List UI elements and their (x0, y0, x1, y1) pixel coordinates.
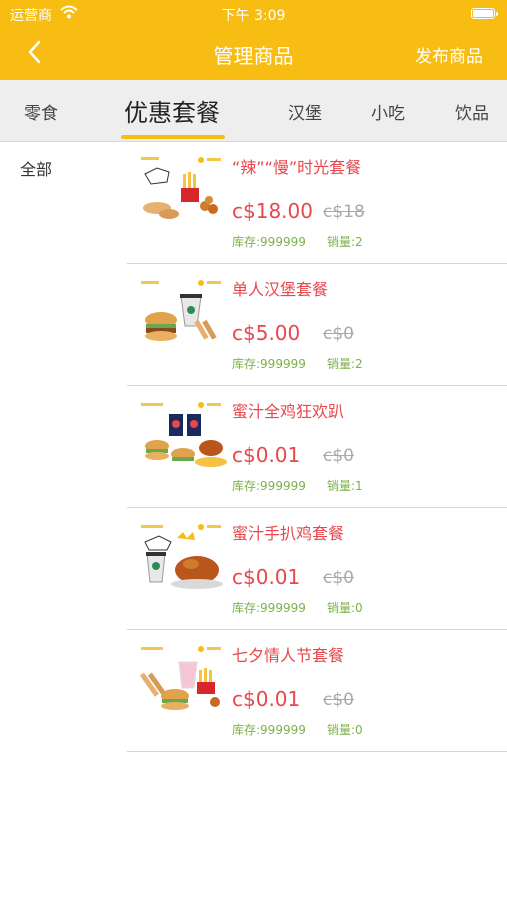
product-stock: 库存:999999 (232, 235, 306, 249)
tab-burgers[interactable]: 汉堡 (288, 99, 322, 124)
nav-bar: 管理商品 发布商品 (0, 28, 507, 80)
product-name: 单人汉堡套餐 (232, 280, 329, 299)
product-original-price: c$0 (323, 324, 354, 344)
product-stock: 库存:999999 (232, 723, 306, 737)
active-tab-indicator (121, 135, 225, 139)
product-stock: 库存:999999 (232, 479, 306, 493)
product-image (139, 520, 233, 598)
product-item[interactable]: “辣”“慢”时光套餐 c$18.00 c$18 库存:999999 销量:2 (127, 142, 507, 264)
product-name: “辣”“慢”时光套餐 (232, 158, 362, 177)
product-price: c$0.01 (232, 687, 301, 711)
app-header: 运营商 下午 3:09 管理商品 发布商品 (0, 0, 507, 80)
status-bar: 运营商 下午 3:09 (0, 0, 507, 28)
product-price: c$0.01 (232, 565, 301, 589)
product-item[interactable]: 七夕情人节套餐 c$0.01 c$0 库存:999999 销量:0 (127, 630, 507, 752)
product-name: 蜜汁手扒鸡套餐 (232, 524, 345, 543)
product-price: c$5.00 (232, 321, 301, 345)
product-original-price: c$0 (323, 690, 354, 710)
product-image (139, 642, 233, 720)
product-name: 蜜汁全鸡狂欢趴 (232, 402, 345, 421)
product-stock: 库存:999999 (232, 357, 306, 371)
product-image (139, 398, 233, 476)
product-price: c$18.00 (232, 199, 313, 223)
product-name: 七夕情人节套餐 (232, 646, 345, 665)
tab-sides[interactable]: 小吃 (371, 99, 405, 124)
product-image (139, 276, 233, 354)
product-item[interactable]: 蜜汁手扒鸡套餐 c$0.01 c$0 库存:999999 销量:0 (127, 508, 507, 630)
sidebar-item-all[interactable]: 全部 (20, 156, 52, 180)
product-stock: 库存:999999 (232, 601, 306, 615)
product-item[interactable]: 蜜汁全鸡狂欢趴 c$0.01 c$0 库存:999999 销量:1 (127, 386, 507, 508)
product-original-price: c$0 (323, 446, 354, 466)
product-item[interactable]: 单人汉堡套餐 c$5.00 c$0 库存:999999 销量:2 (127, 264, 507, 386)
product-sales: 销量:2 (327, 357, 363, 371)
product-sales: 销量:2 (327, 235, 363, 249)
product-sales: 销量:0 (327, 723, 363, 737)
product-sales: 销量:0 (327, 601, 363, 615)
battery-icon (471, 8, 498, 19)
product-original-price: c$18 (323, 202, 365, 222)
product-price: c$0.01 (232, 443, 301, 467)
product-image (139, 154, 233, 232)
category-tabs: 零食 优惠套餐 汉堡 小吃 饮品 (0, 80, 507, 142)
tab-drinks[interactable]: 饮品 (455, 99, 489, 124)
publish-product-button[interactable]: 发布商品 (415, 42, 483, 67)
product-original-price: c$0 (323, 568, 354, 588)
product-list: “辣”“慢”时光套餐 c$18.00 c$18 库存:999999 销量:2 单… (127, 142, 507, 752)
clock: 下午 3:09 (221, 8, 286, 24)
tab-snacks[interactable]: 零食 (24, 99, 58, 124)
tab-combo-deals[interactable]: 优惠套餐 (124, 93, 220, 128)
product-sales: 销量:1 (327, 479, 363, 493)
